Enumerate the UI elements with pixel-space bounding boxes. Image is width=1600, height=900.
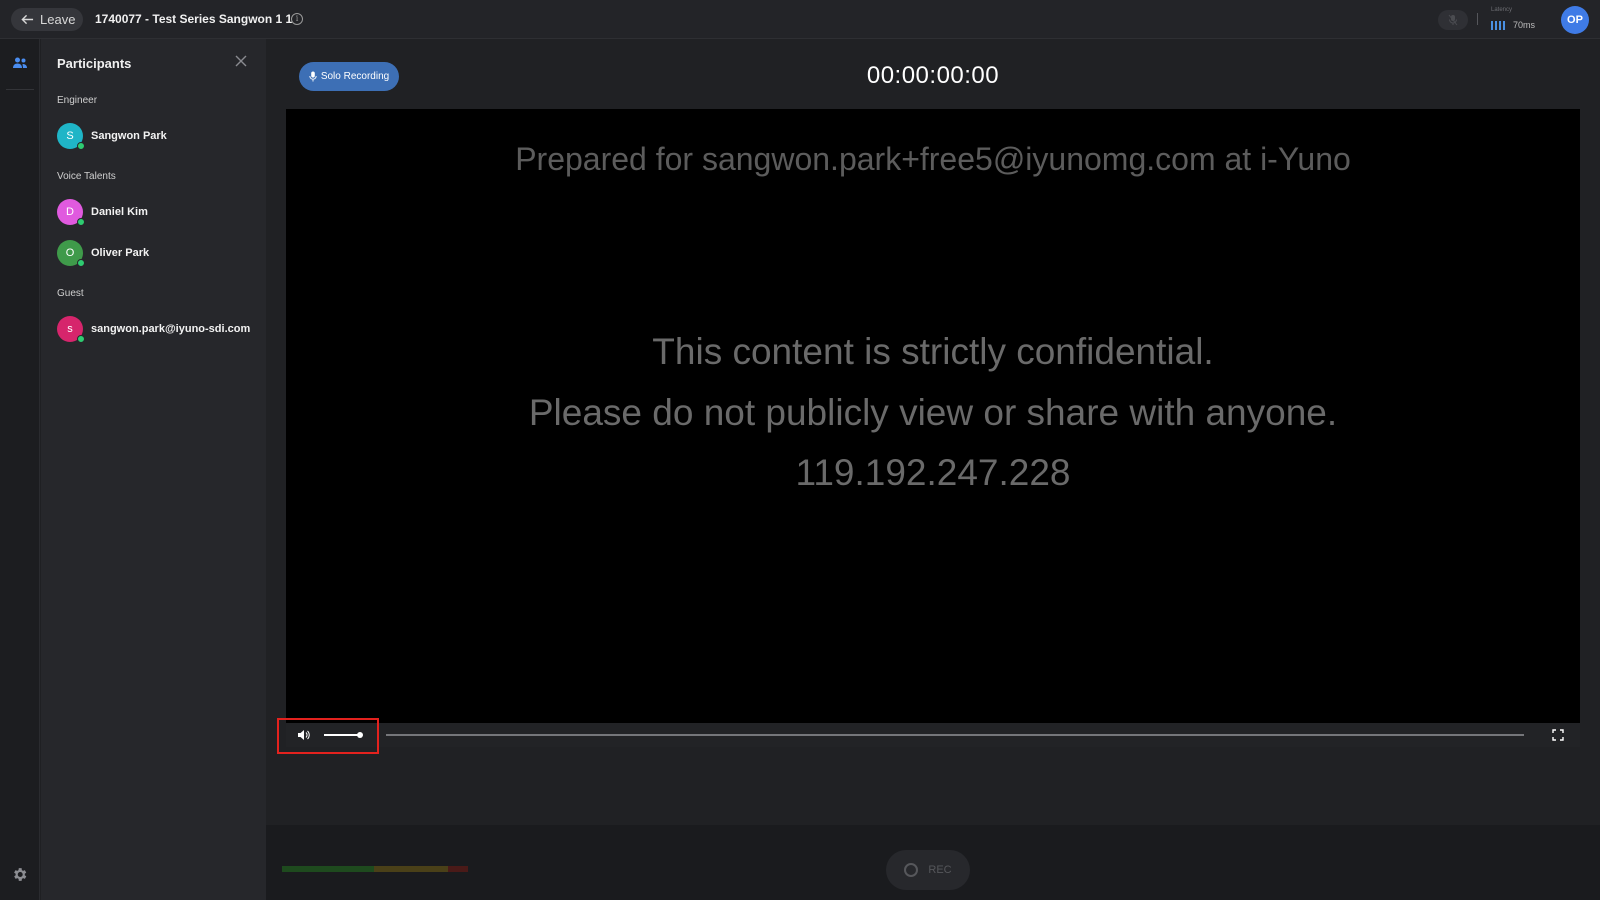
online-status-dot — [77, 218, 85, 226]
info-icon[interactable]: i — [291, 13, 303, 25]
participant-name: Oliver Park — [91, 247, 150, 259]
fullscreen-icon[interactable] — [1552, 729, 1564, 741]
avatar-initial: s — [67, 323, 73, 335]
gear-icon[interactable] — [11, 866, 28, 883]
group-label-voice-talents: Voice Talents — [57, 171, 116, 182]
latency-label: Latency — [1491, 7, 1513, 13]
latency-value: 70ms — [1513, 20, 1536, 30]
rail-divider — [6, 89, 34, 90]
participant-name: Daniel Kim — [91, 206, 148, 218]
watermark-confidential: This content is strictly confidential. — [652, 331, 1214, 372]
left-rail — [0, 39, 40, 900]
participants-panel: Participants Engineer S Sangwon Park Voi… — [41, 39, 266, 900]
user-avatar[interactable]: OP — [1561, 6, 1589, 34]
rec-label: REC — [928, 864, 952, 876]
volume-highlight-box — [277, 718, 379, 754]
main-area: Solo Recording 00:00:00:00 Prepared for … — [266, 39, 1600, 900]
participant-item[interactable]: D Daniel Kim — [57, 198, 148, 226]
video-player[interactable]: Prepared for sangwon.park+free5@iyunomg.… — [286, 109, 1580, 723]
close-icon[interactable] — [234, 54, 248, 68]
leave-label: Leave — [40, 12, 76, 27]
avatar-initial: D — [66, 206, 74, 218]
leave-button[interactable]: Leave — [11, 8, 83, 31]
watermark-do-not-share: Please do not publicly view or share wit… — [528, 392, 1338, 433]
watermark-ip-address: 119.192.247.228 — [795, 452, 1071, 493]
mic-toggle-button[interactable] — [1438, 10, 1468, 30]
watermark-prepared-for: Prepared for sangwon.park+free5@iyunomg.… — [515, 141, 1351, 177]
seek-bar[interactable] — [386, 734, 1524, 736]
player-controls — [286, 723, 1580, 747]
online-status-dot — [77, 142, 85, 150]
mic-muted-icon — [1448, 14, 1458, 26]
rec-circle-icon — [904, 863, 919, 877]
back-arrow-icon — [21, 14, 34, 25]
participant-name: Sangwon Park — [91, 130, 167, 142]
avatar: D — [57, 199, 85, 226]
timecode-display: 00:00:00:00 — [866, 62, 1000, 89]
recording-bar: REC — [266, 825, 1600, 900]
group-label-guest: Guest — [57, 288, 84, 299]
avatar: O — [57, 240, 85, 267]
people-icon[interactable] — [12, 56, 28, 70]
participant-item[interactable]: s sangwon.park@iyuno-sdi.com — [57, 315, 250, 343]
session-title: 1740077 - Test Series Sangwon 1 1 — [95, 12, 293, 26]
avatar-initial: O — [65, 247, 75, 259]
top-bar: Leave 1740077 - Test Series Sangwon 1 1 … — [0, 0, 1600, 39]
audio-level-meter — [282, 866, 470, 872]
online-status-dot — [77, 335, 85, 343]
avatar: S — [57, 123, 85, 150]
avatar: s — [57, 316, 85, 343]
online-status-dot — [77, 259, 85, 267]
rec-button[interactable]: REC — [886, 850, 970, 890]
participant-name: sangwon.park@iyuno-sdi.com — [91, 323, 251, 335]
participant-item[interactable]: O Oliver Park — [57, 239, 149, 267]
divider — [1477, 13, 1478, 25]
participant-item[interactable]: S Sangwon Park — [57, 122, 167, 150]
avatar-initial: S — [66, 130, 74, 142]
latency-bars-icon — [1491, 21, 1505, 30]
panel-title: Participants — [57, 56, 132, 71]
group-label-engineer: Engineer — [57, 95, 98, 106]
